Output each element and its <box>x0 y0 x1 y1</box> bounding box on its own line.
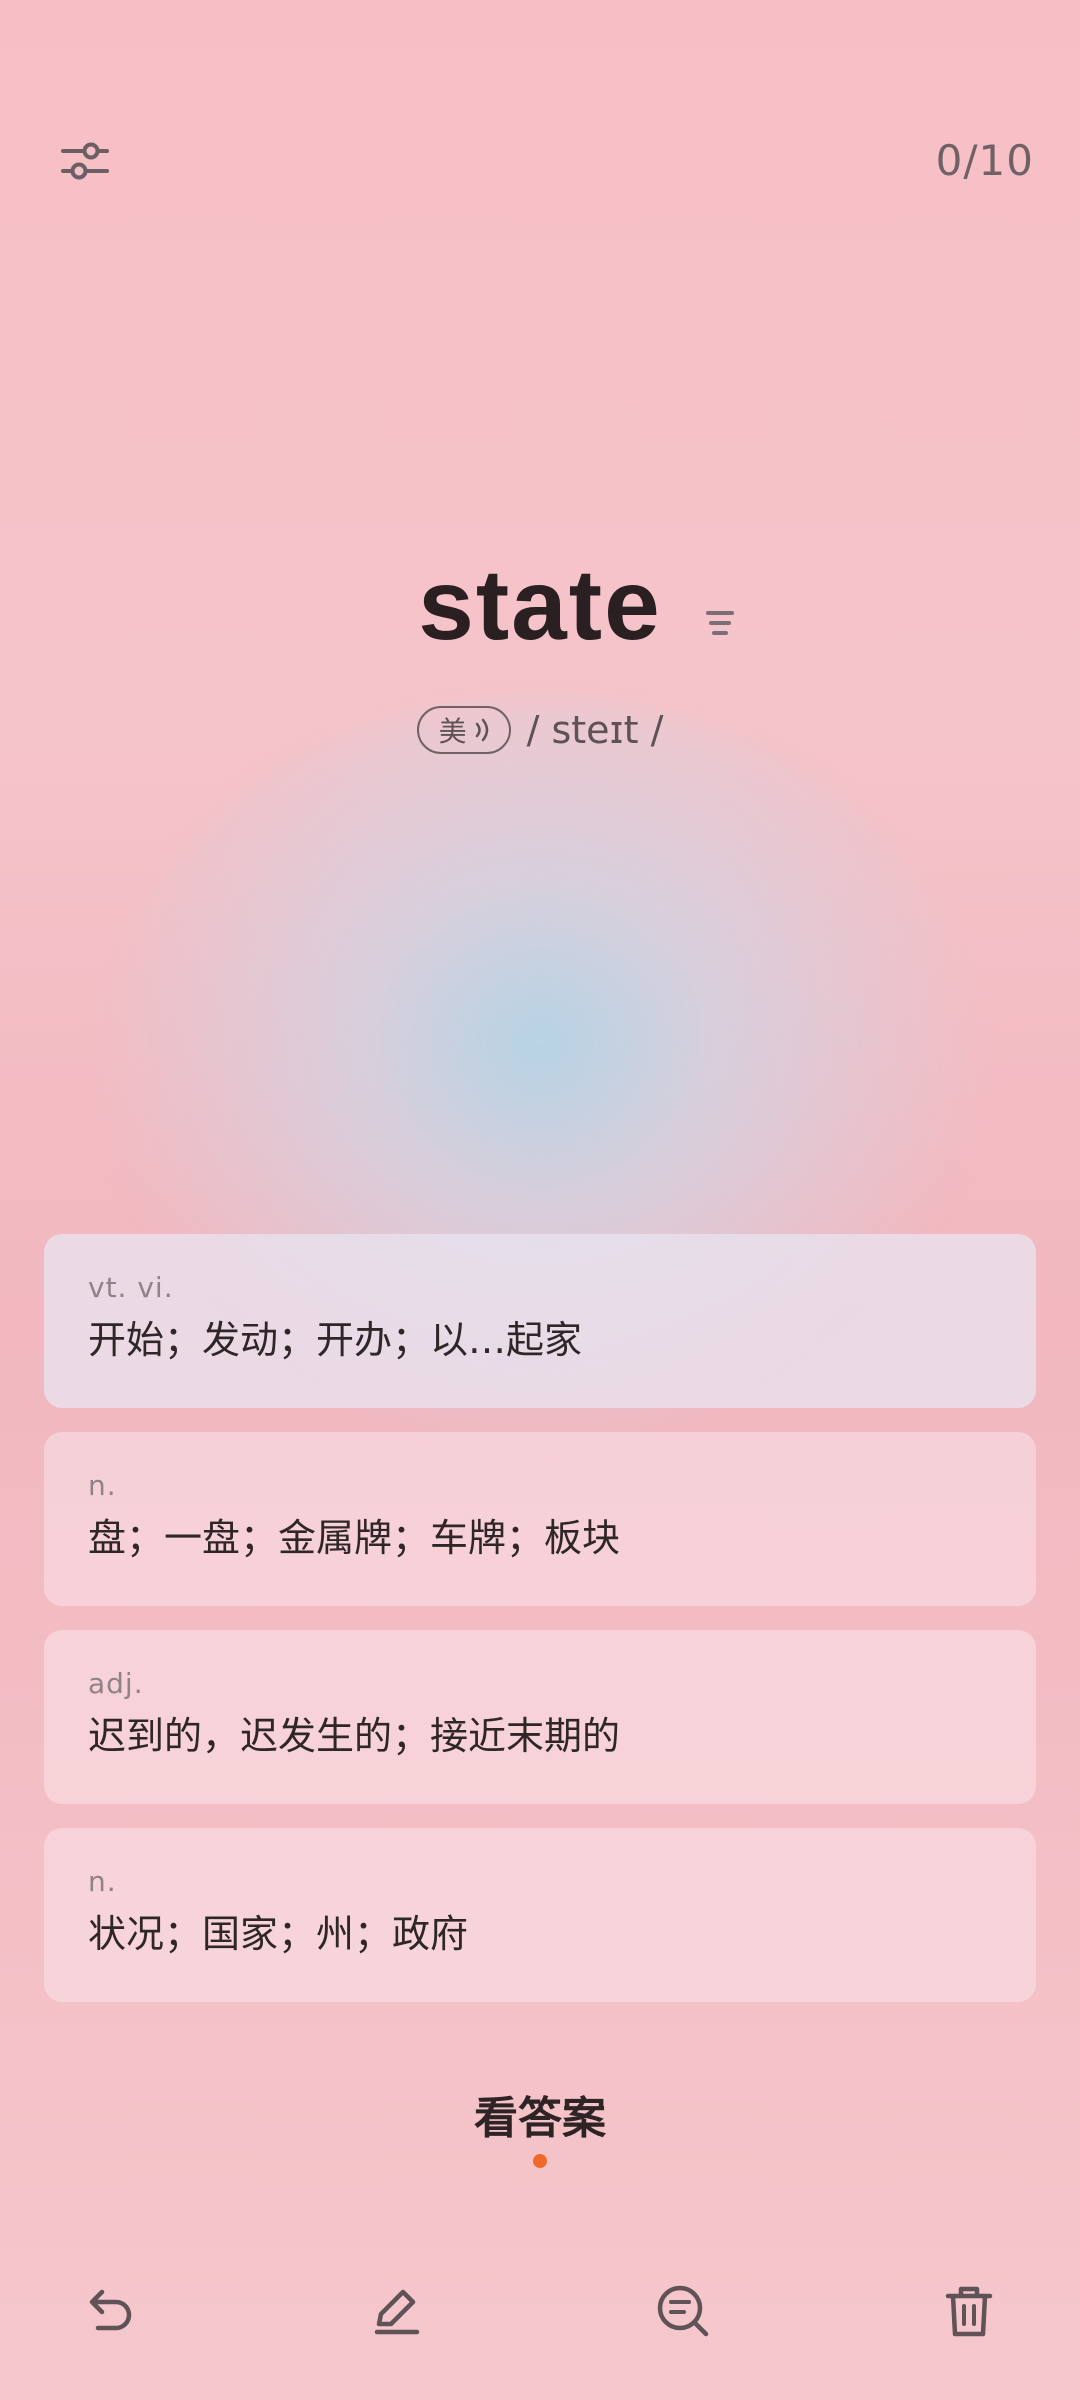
progress-counter: 0/10 <box>935 136 1034 185</box>
part-of-speech: vt. vi. <box>88 1271 174 1304</box>
definition-text: 开始；发动；开办；以…起家 <box>88 1318 583 1362</box>
edit-button[interactable] <box>363 2278 429 2344</box>
word-text: state <box>418 549 662 661</box>
pronunciation-row: 美 / steɪt / <box>0 706 1080 754</box>
part-of-speech: adj. <box>88 1667 144 1700</box>
definition-list: vt. vi. 开始；发动；开办；以…起家 n. 盘；一盘；金属牌；车牌；板块 … <box>44 1234 1036 2026</box>
sound-icon <box>475 718 488 742</box>
accent-label: 美 <box>438 715 467 748</box>
delete-button[interactable] <box>936 2278 1002 2344</box>
sliders-icon <box>61 142 109 180</box>
definition-card[interactable]: adj. 迟到的，迟发生的；接近末期的 <box>44 1630 1036 1804</box>
trash-icon <box>945 2286 993 2337</box>
definition-card[interactable]: vt. vi. 开始；发动；开办；以…起家 <box>44 1234 1036 1408</box>
edit-icon <box>374 2289 420 2335</box>
definition-text: 状况；国家；州；政府 <box>88 1912 469 1956</box>
us-pronunciation-button[interactable]: 美 <box>416 706 511 754</box>
word-heading: state <box>0 548 1080 663</box>
undo-button[interactable] <box>78 2278 144 2344</box>
search-list-icon <box>657 2285 709 2337</box>
undo-icon <box>89 2289 132 2331</box>
definition-card[interactable]: n. 状况；国家；州；政府 <box>44 1828 1036 2002</box>
indicator-dot <box>533 2154 547 2168</box>
part-of-speech: n. <box>88 1469 117 1502</box>
word-menu-button[interactable] <box>700 603 740 643</box>
phonetic-text: / steɪt / <box>526 708 664 752</box>
part-of-speech: n. <box>88 1865 117 1898</box>
settings-button[interactable] <box>52 128 118 194</box>
lines-icon <box>706 611 734 635</box>
search-list-button[interactable] <box>650 2278 716 2344</box>
definition-text: 盘；一盘；金属牌；车牌；板块 <box>88 1516 621 1560</box>
definition-text: 迟到的，迟发生的；接近末期的 <box>88 1714 621 1758</box>
show-answer-button[interactable]: 看答案 <box>0 2082 1080 2146</box>
definition-card[interactable]: n. 盘；一盘；金属牌；车牌；板块 <box>44 1432 1036 1606</box>
